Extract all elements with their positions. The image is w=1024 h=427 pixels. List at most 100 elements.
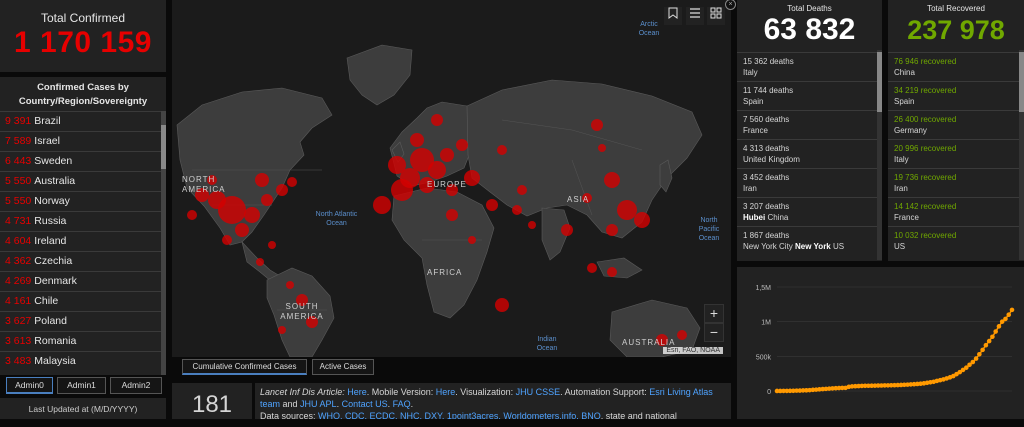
deaths-row[interactable]: 3 452 deaths Iran [737,168,882,197]
deaths-row[interactable]: 7 560 deaths France [737,110,882,139]
recovered-row[interactable]: 20 996 recovered Italy [888,139,1024,168]
country-row[interactable]: 3 627 Poland [0,311,166,331]
data-point[interactable] [996,324,1002,329]
deaths-place: Spain [743,96,882,107]
country-name: Sweden [34,155,73,167]
data-point[interactable] [977,351,982,357]
map-canvas[interactable] [172,0,731,357]
deaths-count: 1 867 deaths [743,231,790,240]
data-point[interactable] [980,347,985,353]
legend-button[interactable] [686,7,704,25]
country-name: Israel [34,135,60,147]
recovered-row[interactable]: 34 219 recovered Spain [888,81,1024,110]
country-list-rows: 9 391 Brazil 7 589 Israel 6 443 Sweden 5 550 Au… [0,111,166,371]
country-row[interactable]: 4 604 Ireland [0,231,166,251]
info-text: Lancet Inf Dis Article: Here. Mobile Ver… [255,383,731,419]
country-case-count: 3 483 [5,355,32,367]
recovered-place-name: Spain [894,97,915,106]
article-link[interactable]: Here [347,387,367,397]
zoom-out-button[interactable]: − [704,323,724,342]
countries-count: 181 [172,383,252,419]
recovered-row[interactable]: 26 400 recovered Germany [888,110,1024,139]
deaths-count: 4 313 deaths [743,144,790,153]
data-point[interactable] [973,356,979,361]
deaths-place-prefix: New York City [743,242,796,251]
data-point[interactable] [1006,312,1012,318]
tab-active-cases[interactable]: Active Cases [312,359,374,375]
total-recovered-value: 237 978 [907,15,1005,45]
data-point[interactable] [1009,307,1015,313]
deaths-row[interactable]: 3 207 deaths Hubei China [737,197,882,226]
country-case-count: 3 613 [5,335,32,347]
data-sources-link[interactable]: WHO, CDC, ECDC, NHC, DXY, 1point3acres, … [318,411,601,419]
recovered-count: 14 142 recovered [894,202,957,211]
recovered-place: Germany [894,125,1024,136]
deaths-place: Hubei China [743,212,882,223]
label-north-atlantic: North Atlantic Ocean [315,211,358,227]
country-row[interactable]: 3 613 Romania [0,331,166,351]
country-row[interactable]: 9 391 Brazil [0,111,166,131]
tab-admin1[interactable]: Admin1 [57,377,106,394]
close-icon[interactable]: × [725,0,736,10]
deaths-row[interactable]: 1 867 deaths New York City New York US [737,226,882,255]
tab-cumulative-confirmed[interactable]: Cumulative Confirmed Cases [182,359,307,375]
deaths-row[interactable]: 15 362 deaths Italy [737,52,882,81]
country-list-panel: Confirmed Cases by Country/Region/Sovere… [0,77,166,375]
deaths-place: New York City New York US [743,241,882,252]
country-name: Russia [34,215,67,227]
deaths-place: Italy [743,67,882,78]
country-name: Czechia [34,255,73,267]
data-point[interactable] [983,342,989,348]
data-point[interactable] [986,338,992,344]
data-point[interactable] [993,329,998,334]
label-indian-ocean: Indian Ocean [536,336,558,352]
recovered-count: 26 400 recovered [894,115,957,124]
total-deaths-value: 63 832 [763,13,856,46]
country-row[interactable]: 5 550 Australia [0,171,166,191]
country-row[interactable]: 7 589 Israel [0,131,166,151]
data-point[interactable] [1003,316,1008,322]
recovered-place: China [894,67,1024,78]
recovered-scrollbar[interactable] [1019,50,1024,260]
jhu-csse-link[interactable]: JHU CSSE [516,387,561,397]
recovered-place-name: Italy [894,155,909,164]
map-tabs: Cumulative Confirmed Cases Active Cases [172,358,731,376]
recovered-row[interactable]: 14 142 recovered France [888,197,1024,226]
deaths-count: 15 362 deaths [743,57,794,66]
deaths-scrollbar[interactable] [877,50,882,260]
recovered-place-name: US [894,242,906,251]
mobile-version-link[interactable]: Here [436,387,456,397]
contact-link[interactable]: Contact US [342,399,388,409]
country-row[interactable]: 4 161 Chile [0,291,166,311]
total-confirmed-value: 1 170 159 [14,26,152,59]
tab-admin0[interactable]: Admin0 [6,377,53,394]
country-case-count: 4 731 [5,215,32,227]
country-row[interactable]: 5 550 Norway [0,191,166,211]
country-row[interactable]: 4 269 Denmark [0,271,166,291]
basemap-gallery-button[interactable] [707,7,725,25]
country-row[interactable]: 4 731 Russia [0,211,166,231]
jhu-apl-link[interactable]: JHU APL [300,399,337,409]
country-row[interactable]: 6 443 Sweden [0,151,166,171]
faq-link[interactable]: FAQ [393,399,411,409]
world-map[interactable]: Arctic Ocean NORTH AMERICA EUROPE ASIA A… [172,0,731,357]
map-attribution[interactable]: Esri, FAO, NOAA [663,347,723,354]
deaths-place-name: US [832,242,845,251]
recovered-row[interactable]: 19 736 recovered Iran [888,168,1024,197]
data-point[interactable] [990,334,995,340]
recovered-place-name: Germany [894,126,927,135]
series-line [776,309,1013,392]
recovered-place-name: France [894,213,919,222]
recovered-row[interactable]: 76 946 recovered China [888,52,1024,81]
country-list-scrollbar[interactable] [161,111,166,375]
deaths-row[interactable]: 4 313 deaths United Kingdom [737,139,882,168]
deaths-count: 11 744 deaths [743,86,794,95]
country-row[interactable]: 3 483 Malaysia [0,351,166,371]
tab-admin2[interactable]: Admin2 [110,377,162,394]
deaths-row[interactable]: 11 744 deaths Spain [737,81,882,110]
zoom-in-button[interactable]: + [704,304,724,323]
country-case-count: 7 589 [5,135,32,147]
country-row[interactable]: 4 362 Czechia [0,251,166,271]
recovered-row[interactable]: 10 032 recovered US [888,226,1024,255]
data-point[interactable] [970,359,976,365]
